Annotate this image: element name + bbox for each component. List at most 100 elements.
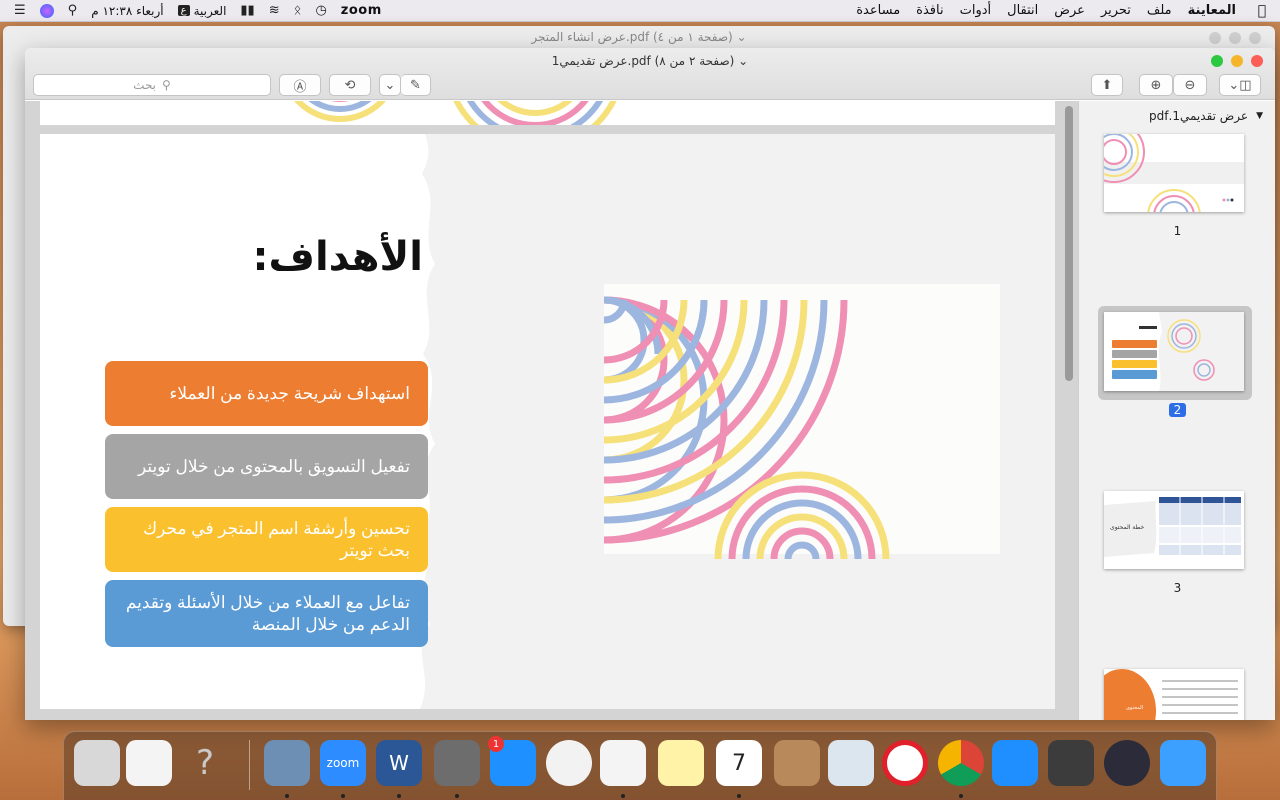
page-number-1[interactable]: 1 xyxy=(1079,224,1275,238)
dock-system-preferences-icon[interactable] xyxy=(434,740,480,786)
dock-running-indicator xyxy=(341,794,345,798)
dock-contacts-icon[interactable] xyxy=(774,740,820,786)
window-controls xyxy=(1211,55,1263,67)
disclosure-triangle-icon[interactable]: ▼ xyxy=(1256,111,1263,121)
dock-running-indicator xyxy=(397,794,401,798)
markup-icon: Ⓐ xyxy=(293,79,307,95)
menu-tools[interactable]: أدوات xyxy=(952,3,1000,18)
highlight-menu-button[interactable]: ⌄ xyxy=(379,74,401,96)
zoom-in-button[interactable]: ⊕ xyxy=(1139,74,1173,96)
dock-chrome-window-icon[interactable] xyxy=(126,740,172,786)
pen-icon: ✎ xyxy=(410,77,421,93)
rotate-button[interactable]: ⟲ xyxy=(329,74,371,96)
menu-go[interactable]: انتقال xyxy=(999,3,1046,18)
share-icon: ⬆ xyxy=(1101,77,1113,93)
search-field[interactable]: بحث ⚲ xyxy=(33,74,271,96)
preview-window: عرض تقديمي1.pdf (صفحة ٢ من ٨) ⌄ بحث ⚲ Ⓐ … xyxy=(25,48,1275,720)
previous-page-arcs xyxy=(293,101,617,125)
sidebar-file-name: عرض تقديمي1.pdf xyxy=(1149,109,1249,123)
dock-notes-icon[interactable] xyxy=(658,740,704,786)
dock-photos-icon[interactable] xyxy=(600,740,646,786)
sidebar-view-button[interactable]: ⌄◫ xyxy=(1219,74,1261,96)
zoom-out-button[interactable]: ⊖ xyxy=(1173,74,1207,96)
zoom-window-button[interactable] xyxy=(1211,55,1223,67)
goal-box-4: تفاعل مع العملاء من خلال الأسئلة وتقديم … xyxy=(105,580,428,647)
document-area[interactable]: الأهداف: استهداف شريحة جديدة من العملاء … xyxy=(25,101,1275,720)
search-icon[interactable]: ⚲ xyxy=(68,3,78,18)
dock-separator xyxy=(249,740,250,790)
thumbnail-page-2[interactable] xyxy=(1104,312,1244,391)
dock-preview-icon[interactable] xyxy=(264,740,310,786)
goal-box-2: تفعيل التسويق بالمحتوى من خلال تويتر xyxy=(105,434,428,499)
thumbnail-page-1[interactable] xyxy=(1104,134,1244,212)
dock: ? zoom W 1 7 xyxy=(63,731,1217,800)
dock-chrome-icon[interactable] xyxy=(938,740,984,786)
document-scrollbar[interactable] xyxy=(1065,106,1073,381)
highlight-button[interactable]: ✎ xyxy=(401,74,431,96)
time-machine-icon[interactable]: ◷ xyxy=(315,3,326,18)
thumbnail-1-art xyxy=(1104,134,1244,212)
menu-bar:  المعاينة ملف تحرير عرض انتقال أدوات نا… xyxy=(0,0,1280,22)
sidebar-header[interactable]: ▼ عرض تقديمي1.pdf xyxy=(1149,109,1263,123)
dock-word-icon[interactable]: W xyxy=(376,740,422,786)
slide-heading: الأهداف: xyxy=(252,234,423,280)
dock-zoom-icon[interactable]: zoom xyxy=(320,740,366,786)
goal-text-1: استهداف شريحة جديدة من العملاء xyxy=(169,383,410,403)
dock-siri-icon[interactable] xyxy=(1104,740,1150,786)
page-number-2[interactable]: 2 xyxy=(1079,403,1275,417)
dock-itunes-icon[interactable] xyxy=(546,740,592,786)
zoom-menu-extra[interactable]: zoom xyxy=(341,3,382,18)
input-source-label: العربية xyxy=(193,3,227,18)
dock-badge: 1 xyxy=(488,736,504,752)
title-bar: عرض تقديمي1.pdf (صفحة ٢ من ٨) ⌄ بحث ⚲ Ⓐ … xyxy=(25,48,1275,100)
siri-icon[interactable] xyxy=(39,3,54,18)
dock-running-indicator xyxy=(455,794,459,798)
previous-page-bottom xyxy=(40,101,1055,125)
control-center-icon[interactable]: ☰ xyxy=(14,3,26,18)
menu-edit[interactable]: تحرير xyxy=(1093,3,1139,18)
background-window-controls xyxy=(1209,32,1261,44)
minimize-button[interactable] xyxy=(1231,55,1243,67)
goal-box-1: استهداف شريحة جديدة من العملاء xyxy=(105,361,428,426)
dock-safari-icon[interactable] xyxy=(992,740,1038,786)
goal-box-3: تحسين وأرشفة اسم المتجر في محرك بحث تويت… xyxy=(105,507,428,572)
close-button[interactable] xyxy=(1251,55,1263,67)
clock[interactable]: أربعاء ١٢:٣٨ م xyxy=(91,4,163,18)
dock-help-icon[interactable]: ? xyxy=(182,740,228,786)
slide-page: الأهداف: استهداف شريحة جديدة من العملاء … xyxy=(40,134,1055,709)
bluetooth-icon[interactable]: ᛟ xyxy=(294,3,302,18)
share-button[interactable]: ⬆ xyxy=(1091,74,1123,96)
menu-view[interactable]: عرض xyxy=(1046,3,1093,18)
battery-icon[interactable]: ▮▮ xyxy=(240,3,254,18)
thumbnail-4-label: المحتوى xyxy=(1126,705,1144,711)
window-title[interactable]: عرض تقديمي1.pdf (صفحة ٢ من ٨) ⌄ xyxy=(25,54,1275,68)
goal-text-3: تحسين وأرشفة اسم المتجر في محرك بحث تويت… xyxy=(143,519,410,560)
dock-word-label: W xyxy=(389,751,409,775)
menu-file[interactable]: ملف xyxy=(1139,3,1180,18)
goal-text-2: تفعيل التسويق بالمحتوى من خلال تويتر xyxy=(138,456,410,476)
chevron-down-icon: ⌄ xyxy=(384,77,396,93)
menu-window[interactable]: نافذة xyxy=(908,3,951,18)
dock-running-indicator xyxy=(621,794,625,798)
thumbnail-page-3[interactable]: خطة المحتوى xyxy=(1104,491,1244,569)
dock-launchpad-icon[interactable] xyxy=(1048,740,1094,786)
input-source-key: ع xyxy=(177,5,190,16)
thumbnail-page-4[interactable]: المحتوى xyxy=(1104,669,1244,720)
apple-icon[interactable]:  xyxy=(1244,3,1280,19)
page-number-3[interactable]: 3 xyxy=(1079,581,1275,595)
dock-app-store-icon[interactable]: 1 xyxy=(488,736,536,786)
wifi-icon[interactable]: ≋ xyxy=(269,3,280,18)
dock-finder-icon[interactable] xyxy=(1160,740,1206,786)
dock-mail-stamp-icon[interactable] xyxy=(828,740,874,786)
dock-running-indicator xyxy=(737,794,741,798)
dock-trash-icon[interactable] xyxy=(74,740,120,786)
dock-calendar-icon[interactable]: 7 xyxy=(716,740,762,786)
search-placeholder: بحث xyxy=(133,78,157,92)
markup-button[interactable]: Ⓐ xyxy=(279,74,321,96)
menu-app-name[interactable]: المعاينة xyxy=(1180,3,1244,18)
thumbnail-3-label: خطة المحتوى xyxy=(1110,524,1145,531)
menu-help[interactable]: مساعدة xyxy=(848,3,908,18)
dock-opera-icon[interactable] xyxy=(882,740,928,786)
status-area: ☰ ⚲ أربعاء ١٢:٣٨ م العربية ع ▮▮ ≋ ᛟ ◷ zoo… xyxy=(0,3,382,18)
input-source[interactable]: العربية ع xyxy=(177,3,227,18)
